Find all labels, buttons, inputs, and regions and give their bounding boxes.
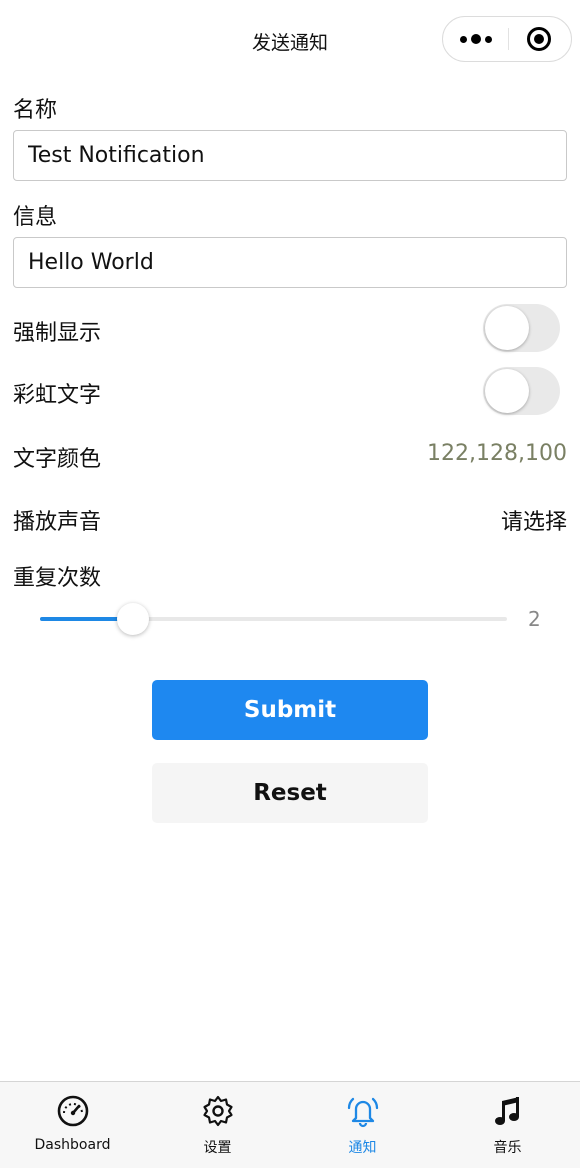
slider-thumb[interactable] (117, 603, 150, 635)
message-input[interactable] (13, 237, 567, 288)
name-label: 名称 (13, 98, 58, 123)
tab-label-music: 音乐 (493, 1140, 522, 1156)
repeat-count-slider[interactable] (40, 603, 507, 635)
tab-settings[interactable]: 设置 (145, 1082, 290, 1168)
close-miniprogram-icon[interactable] (527, 27, 551, 51)
capsule-divider (508, 28, 509, 50)
rainbow-text-switch[interactable] (483, 367, 560, 415)
switch-knob (485, 369, 529, 413)
rainbow-text-label: 彩虹文字 (13, 383, 102, 408)
more-options-button[interactable] (443, 17, 508, 61)
music-note-icon (494, 1097, 519, 1125)
play-sound-label: 播放声音 (13, 510, 102, 535)
gear-icon (202, 1095, 233, 1127)
more-dot-icon (470, 34, 481, 44)
tab-notifications[interactable]: 通知 (290, 1082, 435, 1168)
sound-picker[interactable]: 请选择 (501, 504, 567, 536)
switch-knob (485, 306, 529, 350)
tab-bar: Dashboard 设置 通知 音乐 (0, 1081, 580, 1168)
message-label: 信息 (13, 205, 58, 230)
submit-button[interactable]: Submit (152, 680, 428, 740)
tab-dashboard[interactable]: Dashboard (0, 1082, 145, 1168)
navigation-bar: 发送通知 (0, 0, 580, 84)
mini-program-capsule (442, 16, 572, 62)
tab-label-settings: 设置 (203, 1140, 232, 1156)
repeat-count-value: 2 (528, 607, 541, 631)
text-color-picker[interactable]: 122,128,100 (427, 441, 567, 466)
text-color-label: 文字颜色 (13, 447, 102, 472)
force-show-label: 强制显示 (13, 321, 102, 346)
repeat-count-label: 重复次数 (13, 566, 102, 591)
name-input[interactable] (13, 130, 567, 181)
force-show-switch[interactable] (483, 304, 560, 352)
more-dot-icon (459, 35, 467, 43)
tab-music[interactable]: 音乐 (435, 1082, 580, 1168)
speedometer-icon (57, 1095, 88, 1127)
more-dot-icon (484, 35, 492, 43)
tab-label-notifications: 通知 (348, 1140, 377, 1156)
tab-label-dashboard: Dashboard (34, 1137, 111, 1153)
bell-icon (347, 1097, 378, 1128)
reset-button[interactable]: Reset (152, 763, 428, 823)
